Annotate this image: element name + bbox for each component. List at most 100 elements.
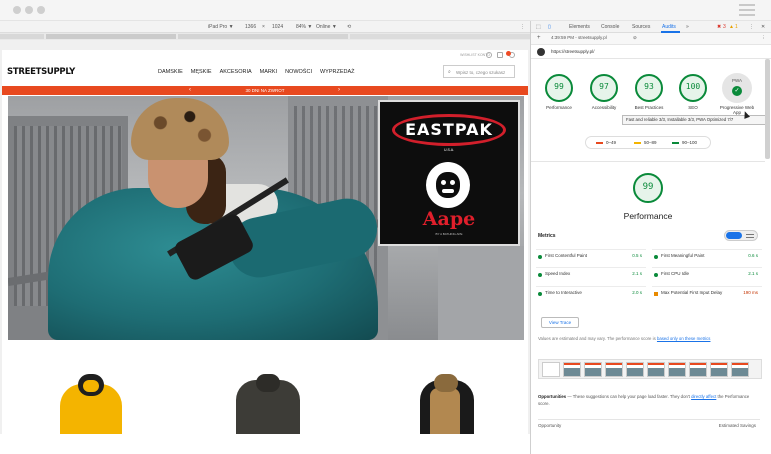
maximize-window-button[interactable] [37, 6, 45, 14]
toggle-compact-view[interactable] [726, 232, 742, 239]
view-trace-button[interactable]: View Trace [541, 317, 579, 328]
close-devtools-icon[interactable]: ✕ [761, 24, 765, 30]
device-select[interactable]: iPad Pro ▼ [208, 24, 234, 30]
average-indicator-icon [654, 292, 658, 296]
devtools-panel: ⬚ ▯ Elements Console Sources Audits » ✖ … [530, 21, 771, 454]
gauge-accessibility[interactable]: 97 [589, 73, 619, 103]
product-grid [2, 346, 528, 434]
ruler-segment[interactable] [350, 34, 530, 39]
device-toolbar-icon[interactable]: ▯ [548, 24, 551, 30]
opportunities-link[interactable]: directly affect [691, 394, 716, 399]
main-navigation: DAMSKIE MĘSKIE AKCESORIA MARKI NOWOŚCI W… [158, 69, 355, 75]
tab-elements[interactable]: Elements [569, 24, 590, 30]
close-window-button[interactable] [13, 6, 21, 14]
toggle-expanded-view-icon[interactable] [746, 234, 754, 238]
promo-text: 30 DNI NA ZWROT [245, 88, 285, 93]
nav-item-marki[interactable]: MARKI [260, 69, 277, 75]
viewport-bottom-area [0, 434, 530, 454]
legend-swatch-red [596, 141, 603, 144]
network-throttle-select[interactable]: Online ▼ [316, 24, 337, 30]
pass-indicator-icon [538, 273, 542, 277]
tab-console[interactable]: Console [601, 24, 619, 30]
performance-gauge-large: 99 [632, 172, 664, 204]
devtools-menu-icon[interactable]: ⋮ [749, 24, 754, 30]
gauge-accessibility-value: 97 [599, 82, 609, 91]
error-count-icon[interactable]: ✖ [717, 24, 721, 30]
warning-count[interactable]: 1 [735, 24, 738, 30]
product-yellow-anorak[interactable] [56, 374, 126, 434]
report-select[interactable]: 4:39:59 PM - streetsupply.pl [551, 35, 607, 40]
gauge-best-practices[interactable]: 93 [634, 73, 664, 103]
metrics-view-toggle[interactable] [724, 230, 758, 241]
inspect-element-icon[interactable]: ⬚ [536, 24, 541, 30]
metric-name: Max Potential First Input Delay [661, 290, 723, 295]
nav-item-meskie[interactable]: MĘSKIE [191, 69, 212, 75]
pass-indicator-icon [654, 273, 658, 277]
media-query-ruler[interactable] [0, 33, 530, 40]
eastpak-aape-ad[interactable]: EASTPAK U.S.A. Aape BY A BATHING APE [378, 100, 520, 246]
audits-menu-icon[interactable]: ⋮ [761, 35, 766, 41]
search-placeholder: Wpisz to, czego szukasz [456, 70, 506, 75]
gauge-performance[interactable]: 99 [544, 73, 574, 103]
minimize-window-button[interactable] [25, 6, 33, 14]
rotate-icon[interactable]: ⟲ [347, 24, 351, 30]
eastpak-logo: EASTPAK [392, 114, 506, 146]
product-hood-opening [83, 380, 99, 392]
ape-eye [441, 180, 446, 185]
devtools-scrollbar[interactable] [765, 59, 770, 159]
clear-icon[interactable]: ⊘ [633, 35, 637, 41]
site-logo[interactable]: STREETSUPPLY [7, 67, 75, 77]
audited-url-bar: https://streetsupply.pl/ [531, 45, 771, 59]
audited-url[interactable]: https://streetsupply.pl/ [551, 49, 594, 54]
pass-indicator-icon [538, 292, 542, 296]
filmstrip-frame [605, 362, 623, 377]
width-input[interactable]: 1366 [245, 24, 256, 30]
gauge-seo[interactable]: 100 [678, 73, 708, 103]
site-search-input[interactable]: ⌕ Wpisz to, czego szukasz [443, 65, 515, 78]
metrics-grid: First Contentful Paint 0.5 s First Meani… [536, 249, 762, 309]
zoom-select[interactable]: 84% ▼ [296, 24, 312, 30]
nav-item-wyprzedaz[interactable]: WYPRZEDAŻ [320, 69, 355, 75]
tab-sources[interactable]: Sources [632, 24, 650, 30]
legend-pass: 90–100 [672, 140, 697, 145]
hero-banner-image[interactable]: EASTPAK U.S.A. Aape BY A BATHING APE [8, 96, 524, 340]
column-estimated-savings: Estimated Savings [718, 423, 756, 428]
gauge-pwa[interactable]: PWA ✓ [722, 73, 752, 103]
nav-item-nowosci[interactable]: NOWOŚCI [285, 69, 312, 75]
metric-row: First Contentful Paint 0.5 s [536, 249, 646, 263]
product-tan-black-jacket[interactable] [412, 374, 482, 434]
wishlist-icon[interactable] [486, 52, 492, 58]
estimate-note-text: Values are estimated and may vary. The p… [538, 336, 656, 341]
filmstrip-frame [668, 362, 686, 377]
legend-average-label: 50–89 [644, 140, 657, 145]
ruler-segment[interactable] [46, 34, 176, 39]
metric-row: First CPU Idle 2.1 s [652, 267, 762, 281]
product-olive-jacket[interactable] [232, 374, 302, 434]
gauge-pwa-label: Progressive Web App [719, 105, 755, 115]
ruler-segment[interactable] [178, 34, 348, 39]
ape-face [436, 172, 460, 198]
metric-value: 2.1 s [632, 271, 642, 276]
background-building [438, 246, 524, 340]
lighthouse-icon [537, 48, 545, 56]
tab-audits[interactable]: Audits [662, 24, 676, 30]
legend-pass-label: 90–100 [682, 140, 698, 145]
legend-swatch-green [672, 141, 679, 144]
new-audit-icon[interactable]: + [537, 35, 541, 41]
more-options-icon[interactable]: ⋮ [520, 24, 525, 30]
metric-name: First Meaningful Paint [661, 253, 705, 258]
nav-item-damskie[interactable]: DAMSKIE [158, 69, 183, 75]
performance-score: 99 [642, 182, 654, 192]
nav-item-akcesoria[interactable]: AKCESORIA [220, 69, 252, 75]
gauge-performance-value: 99 [554, 82, 564, 91]
height-input[interactable]: 1024 [272, 24, 283, 30]
error-count[interactable]: 3 [723, 24, 726, 30]
more-tabs-button[interactable]: » [686, 24, 689, 30]
ruler-segment[interactable] [0, 34, 44, 39]
promo-prev-arrow[interactable]: ‹ [189, 86, 191, 95]
hamburger-menu-icon[interactable] [739, 4, 755, 16]
warning-count-icon[interactable]: ▲ [729, 24, 734, 30]
estimate-note-link[interactable]: based only on these metrics [657, 336, 711, 341]
account-icon[interactable] [497, 52, 503, 58]
promo-next-arrow[interactable]: › [338, 86, 340, 95]
